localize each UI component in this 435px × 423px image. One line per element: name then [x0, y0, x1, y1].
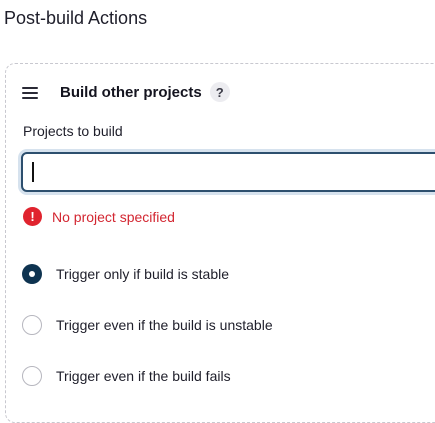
error-message: No project specified: [52, 208, 175, 225]
trigger-unstable-option[interactable]: Trigger even if the build is unstable: [22, 315, 273, 335]
radio-unchecked-icon[interactable]: [22, 315, 42, 335]
radio-unchecked-icon[interactable]: [22, 366, 42, 386]
trigger-stable-option[interactable]: Trigger only if build is stable: [22, 264, 229, 284]
validation-error: ! No project specified: [23, 207, 175, 226]
help-icon[interactable]: ?: [209, 82, 230, 102]
trigger-unstable-label: Trigger even if the build is unstable: [56, 317, 273, 333]
drag-handle-icon[interactable]: [22, 86, 38, 100]
section-title: Post-build Actions: [4, 8, 148, 28]
text-caret: [32, 162, 34, 182]
projects-to-build-input[interactable]: [21, 152, 435, 192]
card-header: Build other projects ?: [22, 82, 230, 102]
trigger-stable-label: Trigger only if build is stable: [56, 266, 230, 282]
error-icon: !: [23, 207, 42, 226]
projects-to-build-label: Projects to build: [23, 123, 123, 139]
radio-checked-icon[interactable]: [22, 264, 42, 284]
trigger-fails-option[interactable]: Trigger even if the build fails: [22, 366, 231, 386]
trigger-fails-label: Trigger even if the build fails: [56, 368, 231, 384]
card-title: Build other projects: [60, 83, 202, 101]
